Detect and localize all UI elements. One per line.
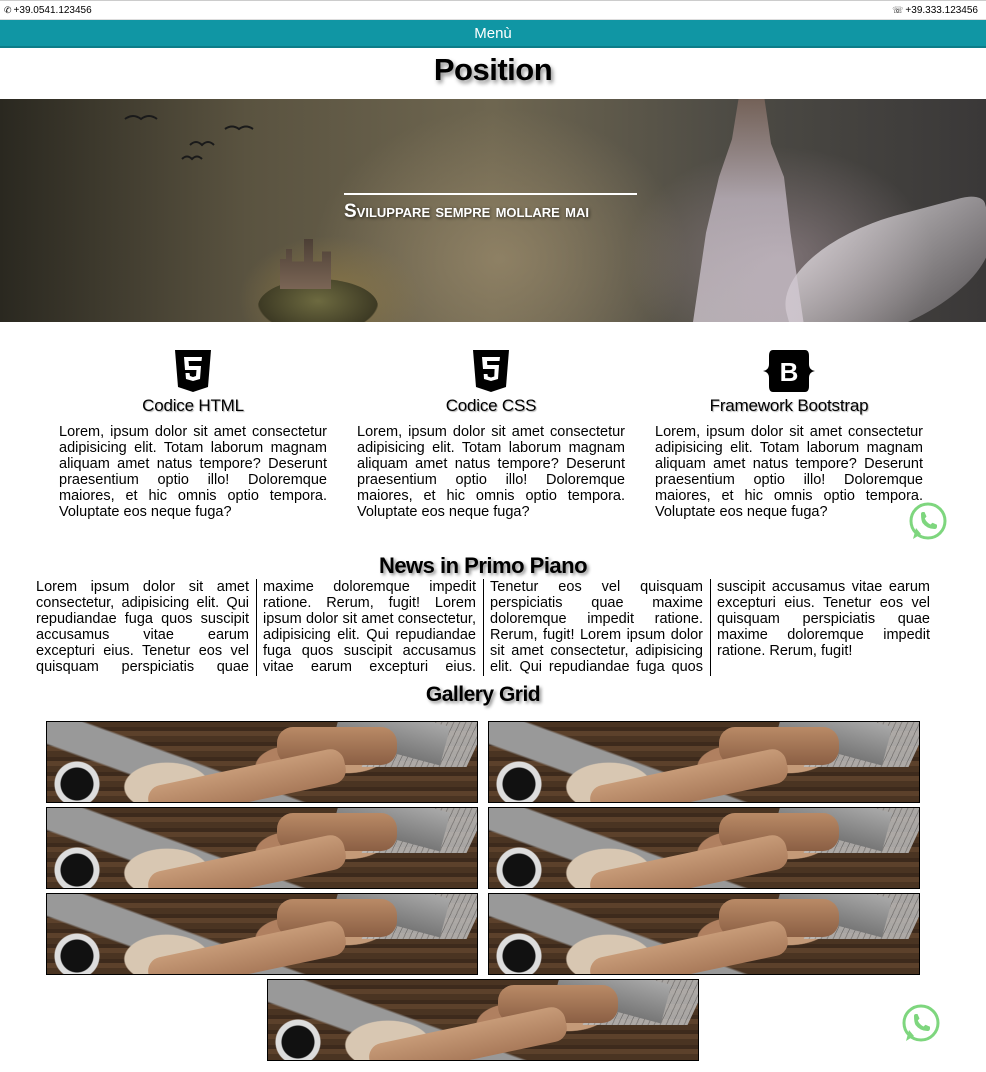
feature-title: Framework Bootstrap bbox=[709, 396, 869, 415]
phone-contact[interactable]: ✆ +39.0541.123456 bbox=[4, 5, 92, 16]
menu-toggle-button[interactable]: Menù bbox=[0, 20, 986, 48]
feature-bootstrap: B Framework Bootstrap Lorem, ipsum dolor… bbox=[655, 350, 923, 520]
feature-text: Lorem, ipsum dolor sit amet consectetur … bbox=[655, 424, 923, 520]
gallery-image[interactable] bbox=[46, 893, 478, 975]
gallery-image[interactable] bbox=[488, 893, 920, 975]
feature-text: Lorem, ipsum dolor sit amet consectetur … bbox=[357, 424, 625, 520]
menu-label: Menù bbox=[474, 25, 512, 42]
feature-title: Codice CSS bbox=[445, 396, 537, 415]
whatsapp-floating-button-bottom[interactable] bbox=[900, 1003, 942, 1045]
hero-veil bbox=[769, 192, 986, 322]
news-text: Lorem ipsum dolor sit amet consectetur, … bbox=[36, 579, 930, 675]
gallery-image[interactable] bbox=[488, 721, 920, 803]
top-contact-bar: ✆ +39.0541.123456 ☏ +39.333.123456 bbox=[0, 0, 986, 20]
whatsapp-floating-button-top[interactable] bbox=[907, 501, 949, 543]
news-columns: Lorem ipsum dolor sit amet consectetur, … bbox=[36, 579, 930, 676]
news-title: News in Primo Piano bbox=[378, 553, 588, 578]
feature-text: Lorem, ipsum dolor sit amet consectetur … bbox=[59, 424, 327, 520]
gallery-image[interactable] bbox=[46, 721, 478, 803]
feature-title: Codice HTML bbox=[142, 396, 244, 415]
whatsapp-contact[interactable]: ☏ +39.333.123456 bbox=[892, 5, 978, 16]
hero-woman-figure bbox=[693, 99, 804, 322]
gallery-title: Gallery Grid bbox=[425, 683, 541, 706]
birds-icon bbox=[124, 115, 254, 161]
phone-icon: ✆ bbox=[4, 5, 12, 15]
svg-text:B: B bbox=[780, 357, 799, 387]
gallery-image[interactable] bbox=[46, 807, 478, 889]
html5-icon bbox=[175, 350, 211, 392]
css3-icon bbox=[473, 350, 509, 392]
hero-banner: Sviluppare sempre mollare mai bbox=[0, 99, 986, 322]
phone-number: +39.0541.123456 bbox=[13, 5, 92, 16]
page-title: Position bbox=[433, 52, 553, 87]
bootstrap-icon: B bbox=[763, 350, 815, 392]
feature-html: Codice HTML Lorem, ipsum dolor sit amet … bbox=[59, 350, 327, 520]
hero-divider bbox=[344, 193, 637, 195]
whatsapp-small-icon: ☏ bbox=[892, 5, 904, 15]
gallery-image[interactable] bbox=[488, 807, 920, 889]
hero-tagline: Sviluppare sempre mollare mai bbox=[344, 201, 589, 222]
whatsapp-number: +39.333.123456 bbox=[905, 5, 978, 16]
feature-css: Codice CSS Lorem, ipsum dolor sit amet c… bbox=[357, 350, 625, 520]
gallery-image[interactable] bbox=[267, 979, 699, 1061]
